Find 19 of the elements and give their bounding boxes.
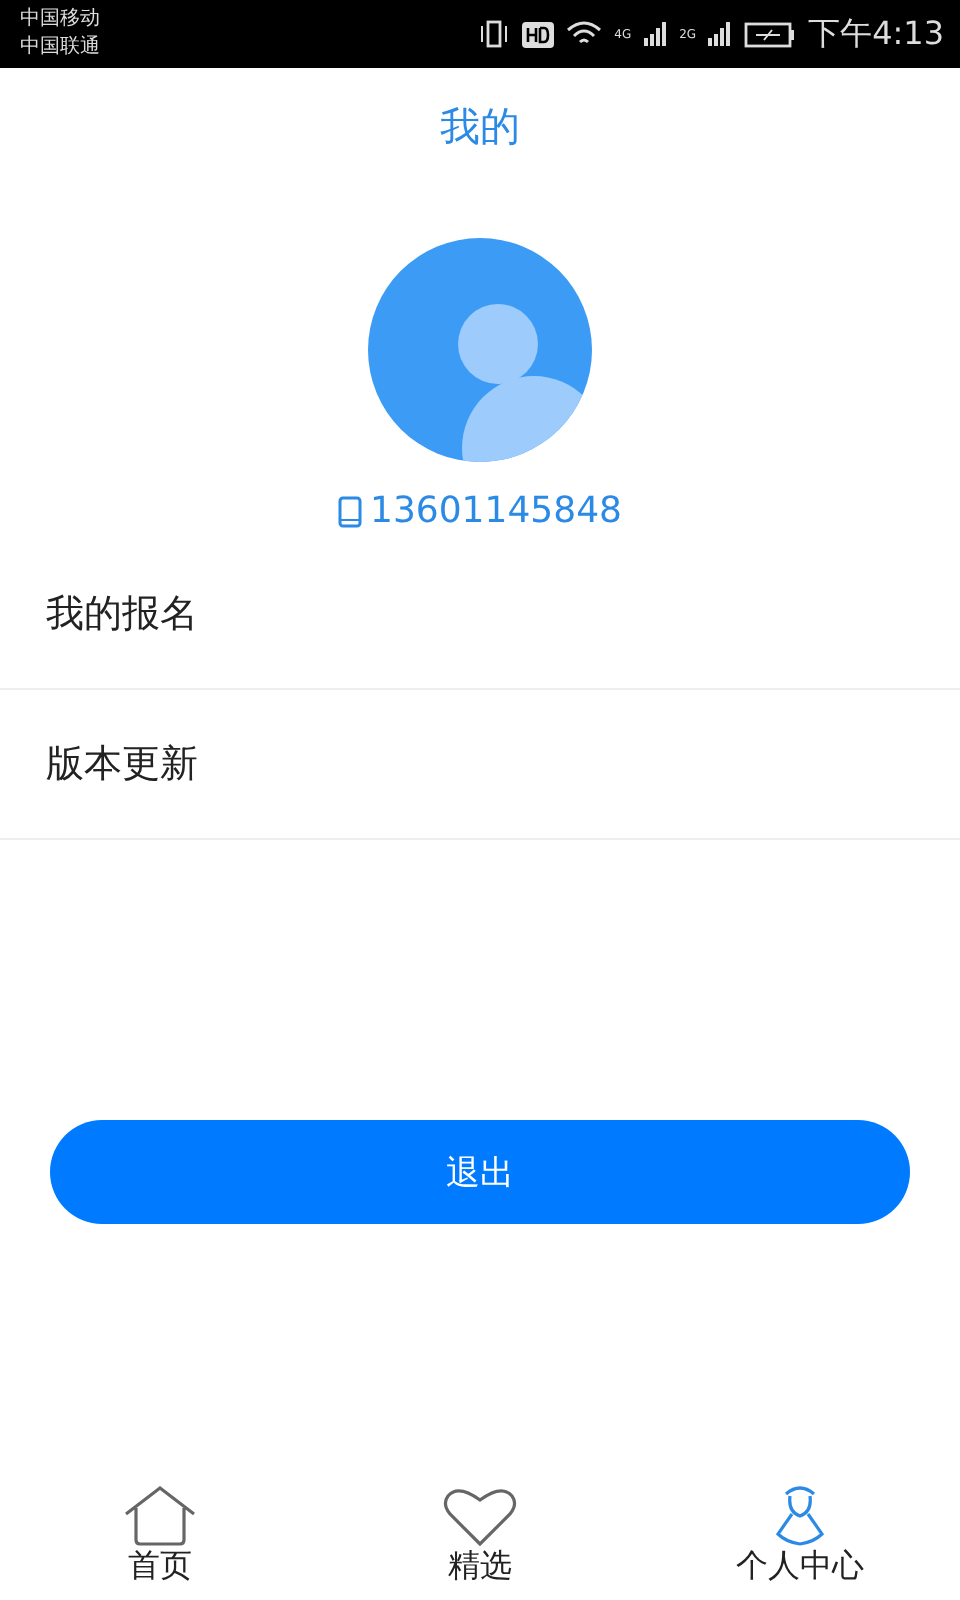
- page-title: 我的: [440, 100, 520, 154]
- signal-icon: [643, 22, 668, 46]
- tab-item[interactable]: 个人中心: [640, 1472, 960, 1600]
- carrier-name: 中国移动: [20, 6, 100, 34]
- vibrate-icon: [478, 20, 511, 48]
- carrier-name: 中国联通: [20, 34, 100, 62]
- menu-item[interactable]: 版本更新: [0, 690, 960, 840]
- status-time: 下午4:13: [808, 13, 944, 55]
- hd-icon: [522, 21, 555, 47]
- tab-item[interactable]: 首页: [0, 1472, 320, 1600]
- avatar-icon: [368, 238, 592, 462]
- phone-number: 13601145848: [370, 490, 622, 532]
- logout-button[interactable]: 退出: [50, 1120, 910, 1224]
- signal-icon: [708, 22, 733, 46]
- wifi-icon: [566, 20, 603, 48]
- tab-item[interactable]: 精选: [320, 1472, 640, 1600]
- menu-item[interactable]: 我的报名: [0, 540, 960, 690]
- battery-icon: [744, 21, 797, 47]
- phone-icon: [338, 495, 362, 527]
